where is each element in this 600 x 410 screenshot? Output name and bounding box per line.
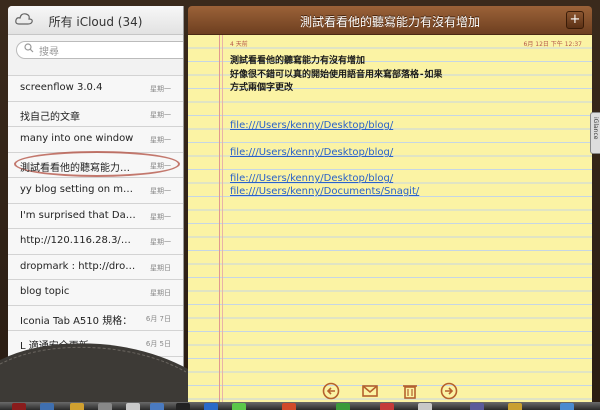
iglance-tab[interactable]: iGlance	[590, 112, 600, 154]
note-list-date: 星期日	[150, 263, 171, 272]
note-list-title: I'm surprised that Dashboard i...	[20, 209, 138, 221]
note-list-item[interactable]: blog topic 星期日	[8, 279, 183, 305]
note-list-title: Iconia Tab A510 規格：	[20, 315, 133, 327]
note-list-date: 星期一	[150, 136, 171, 144]
note-list-title: blog topic	[20, 286, 70, 297]
note-list-date: 星期一	[150, 238, 171, 246]
note-relative-date: 4 天前	[230, 41, 248, 48]
dock-app-icon[interactable]	[380, 403, 394, 410]
note-list-date: 星期一	[150, 161, 171, 170]
dock-app-icon[interactable]	[282, 403, 296, 410]
note-list-item[interactable]: 測試看看他的聽寫能力有沒... 星期一	[8, 150, 183, 177]
dock-app-icon[interactable]	[508, 403, 522, 410]
note-paper[interactable]: 4 天前 6月 12日 下午 12:37 測試看看他的聽寫能力有沒有增加 好像很…	[188, 35, 592, 402]
sidebar-header: 所有 iCloud (34)	[8, 6, 183, 35]
note-list-date: 6月 7日	[145, 314, 171, 323]
dock-app-icon[interactable]	[204, 403, 218, 410]
back-arrow-icon[interactable]	[322, 382, 340, 400]
note-line: 方式兩個字更改	[230, 83, 294, 93]
note-list-item[interactable]: Iconia Tab A510 規格： 6月 7日	[8, 304, 183, 330]
dock-app-icon[interactable]	[336, 403, 350, 410]
search-input[interactable]: 搜尋	[16, 41, 183, 59]
file-link[interactable]: file:///Users/kenny/Documents/Snagit/	[230, 186, 419, 197]
dock-app-icon[interactable]	[418, 403, 432, 410]
note-list-date: 星期一	[150, 110, 171, 119]
add-note-button[interactable]: +	[566, 11, 584, 29]
mail-icon[interactable]	[361, 382, 379, 400]
note-timestamp: 6月 12日 下午 12:37	[523, 41, 582, 48]
note-title: 測試看看他的聽寫能力有沒有增加	[299, 15, 480, 29]
dock-app-icon[interactable]	[560, 403, 574, 410]
file-link[interactable]: file:///Users/kenny/Desktop/blog/	[230, 147, 393, 158]
file-link[interactable]: file:///Users/kenny/Desktop/blog/	[230, 120, 393, 131]
dock-app-icon[interactable]	[98, 403, 112, 410]
dock-app-icon[interactable]	[232, 403, 246, 410]
note-list-date: 星期一	[150, 212, 171, 221]
note-list-item[interactable]: http://120.116.28.3/minlife... 星期一	[8, 228, 183, 254]
dock	[0, 402, 600, 410]
dock-app-icon[interactable]	[70, 403, 84, 410]
note-actions	[188, 380, 592, 400]
sidebar-title: 所有 iCloud (34)	[48, 15, 143, 29]
note-panel: 測試看看他的聽寫能力有沒有增加 + 4 天前 6月 12日 下午 12:37 測…	[188, 6, 592, 402]
note-list-title: dropmark : http://dropmark.c...	[20, 260, 138, 272]
note-list-date: 星期日	[150, 289, 171, 297]
note-list-title: http://120.116.28.3/minlife...	[20, 235, 138, 246]
note-list-item[interactable]: screenflow 3.0.4 星期一	[8, 75, 183, 101]
side-tab-label: iGlance	[592, 117, 599, 140]
dock-app-icon[interactable]	[40, 403, 54, 410]
note-list-date: 星期一	[150, 85, 171, 93]
note-body[interactable]: 測試看看他的聽寫能力有沒有增加 好像很不錯可以真的開始使用語音用來寫部落格-如果…	[230, 55, 570, 96]
search-wrap: 搜尋	[8, 35, 183, 63]
note-list-title: screenflow 3.0.4	[20, 82, 103, 93]
dock-app-icon[interactable]	[150, 403, 164, 410]
note-list-title: yy blog setting on mars edit	[20, 184, 138, 195]
margin-line	[219, 35, 220, 402]
file-link[interactable]: file:///Users/kenny/Desktop/blog/	[230, 173, 393, 184]
dock-app-icon[interactable]	[470, 403, 484, 410]
dock-app-icon[interactable]	[176, 403, 190, 410]
note-list-title: many into one window	[20, 133, 134, 144]
note-list-item[interactable]: yy blog setting on mars edit 星期一	[8, 177, 183, 203]
dock-app-icon[interactable]	[126, 403, 140, 410]
dock-app-icon[interactable]	[12, 403, 26, 410]
note-line: 好像很不錯可以真的開始使用語音用來寫部落格-如果	[230, 69, 443, 80]
note-line: 測試看看他的聽寫能力有沒有增加	[230, 56, 366, 66]
note-list-date: 星期一	[150, 187, 171, 195]
note-list-item[interactable]: many into one window 星期一	[8, 126, 183, 152]
note-list-item[interactable]: I'm surprised that Dashboard i... 星期一	[8, 202, 183, 228]
note-list-item[interactable]: dropmark : http://dropmark.c... 星期日	[8, 253, 183, 279]
search-icon	[24, 43, 34, 53]
forward-arrow-icon[interactable]	[440, 382, 458, 400]
note-list-item[interactable]: 找自己的文章 星期一	[8, 100, 183, 126]
leather-flap	[0, 343, 190, 410]
trash-icon[interactable]	[401, 382, 419, 400]
note-list-title: 找自己的文章	[20, 111, 80, 123]
note-list-title: 測試看看他的聽寫能力有沒...	[20, 162, 138, 174]
note-toolbar: 測試看看他的聽寫能力有沒有增加 +	[188, 6, 592, 35]
